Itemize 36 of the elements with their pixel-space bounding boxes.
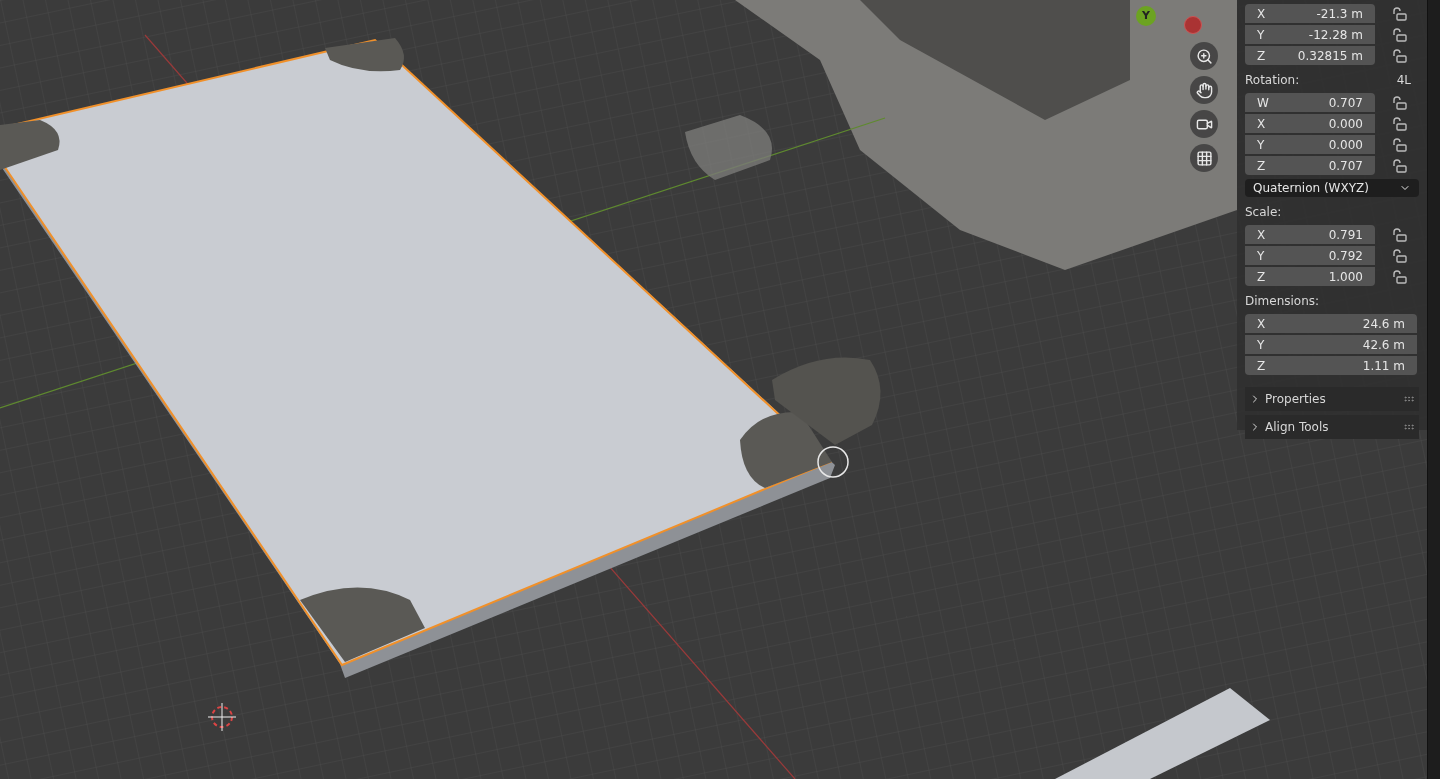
unlocked-padlock-icon[interactable]	[1392, 95, 1408, 110]
number-field[interactable]: X 0.791	[1245, 225, 1375, 244]
drag-handle-icon	[1403, 421, 1415, 433]
unlocked-padlock-icon[interactable]	[1392, 137, 1408, 152]
number-field[interactable]: X 0.000	[1245, 114, 1375, 133]
unlocked-padlock-icon[interactable]	[1392, 116, 1408, 131]
corner-piece	[0, 120, 60, 170]
number-field[interactable]: Z 0.32815 m	[1245, 46, 1375, 65]
number-field[interactable]: Y 0.792	[1245, 246, 1375, 265]
number-field[interactable]: Y 42.6 m	[1245, 335, 1417, 354]
unlocked-padlock-icon[interactable]	[1392, 248, 1408, 263]
number-field[interactable]: Z 1.000	[1245, 267, 1375, 286]
drag-handle-icon	[1403, 393, 1415, 405]
section-label: Rotation:	[1245, 72, 1300, 89]
number-field[interactable]: Y 0.000	[1245, 135, 1375, 154]
panel-header[interactable]: Align Tools	[1245, 415, 1419, 439]
3d-cursor-icon	[207, 702, 237, 732]
axis-gizmo[interactable]: Y	[1136, 0, 1202, 34]
number-field[interactable]: Z 0.707	[1245, 156, 1375, 175]
rotation-mode-dropdown[interactable]: Quaternion (WXYZ)	[1245, 179, 1419, 197]
unlocked-padlock-icon[interactable]	[1392, 227, 1408, 242]
unlocked-padlock-icon[interactable]	[1392, 6, 1408, 21]
section-label: Scale:	[1245, 204, 1283, 221]
section-label: Dimensions:	[1245, 293, 1321, 310]
unlocked-padlock-icon[interactable]	[1392, 269, 1408, 284]
unlocked-padlock-icon[interactable]	[1392, 27, 1408, 42]
pivot-circle-icon	[817, 446, 849, 478]
unlocked-padlock-icon[interactable]	[1392, 48, 1408, 63]
panel-header[interactable]: Properties	[1245, 387, 1419, 411]
rotation-mode-label: 4L	[1396, 72, 1411, 89]
number-field[interactable]: Z 1.11 m	[1245, 356, 1417, 375]
number-field[interactable]: X 24.6 m	[1245, 314, 1417, 333]
unlocked-padlock-icon[interactable]	[1392, 158, 1408, 173]
number-field[interactable]: Y -12.28 m	[1245, 25, 1375, 44]
number-field[interactable]: X -21.3 m	[1245, 4, 1375, 23]
number-field[interactable]: W 0.707	[1245, 93, 1375, 112]
